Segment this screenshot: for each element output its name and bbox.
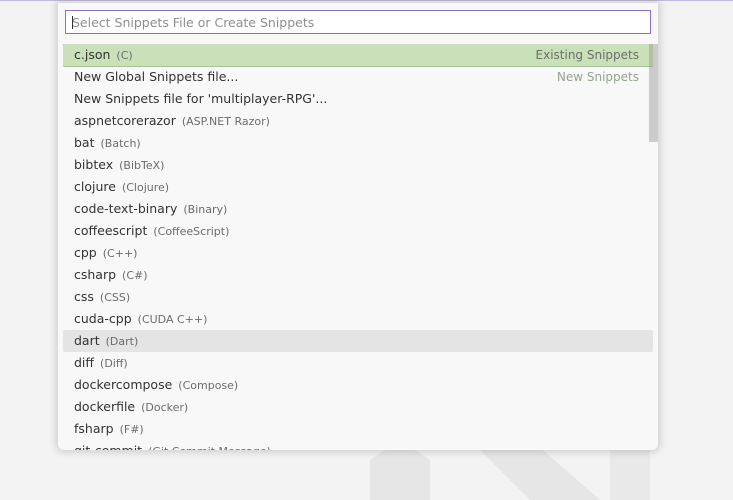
quick-pick-widget: c.json (C) Existing Snippets New Global Sni…	[58, 3, 658, 450]
list-item-label: New Global Snippets file...	[74, 69, 239, 84]
list-item-description: (CSS)	[99, 291, 131, 304]
list-item[interactable]: clojure (Clojure)	[63, 176, 653, 198]
list-item[interactable]: diff (Diff)	[63, 352, 653, 374]
list-item-label: css	[74, 289, 94, 304]
list-item[interactable]: aspnetcorerazor (ASP.NET Razor)	[63, 110, 653, 132]
list-item-label: dart	[74, 333, 100, 348]
list-item-label: csharp	[74, 267, 117, 282]
list-item-label: coffeescript	[74, 223, 148, 238]
snippet-filter-input[interactable]	[66, 11, 650, 33]
list-item[interactable]: coffeescript (CoffeeScript)	[63, 220, 653, 242]
list-item-label: c.json	[74, 47, 111, 62]
scrollbar-thumb[interactable]	[649, 44, 658, 142]
list-item[interactable]: New Global Snippets file... New Snippets	[63, 66, 653, 88]
list-item-label: diff	[74, 355, 95, 370]
list-item-description: (ASP.NET Razor)	[181, 115, 270, 128]
list-item-description: (CUDA C++)	[137, 313, 208, 326]
list-item-label: fsharp	[74, 421, 114, 436]
list-item[interactable]: code-text-binary (Binary)	[63, 198, 653, 220]
list-item-label: dockerfile	[74, 399, 136, 414]
list-item[interactable]: dockerfile (Docker)	[63, 396, 653, 418]
list-item-label: cpp	[74, 245, 97, 260]
list-item-label: aspnetcorerazor	[74, 113, 176, 128]
list-item[interactable]: dockercompose (Compose)	[63, 374, 653, 396]
list-item-description: (Batch)	[100, 137, 141, 150]
list-item-label: cuda-cpp	[74, 311, 132, 326]
list-item[interactable]: bibtex (BibTeX)	[63, 154, 653, 176]
list-item-description: (Dart)	[105, 335, 139, 348]
list-item-description: (Docker)	[141, 401, 189, 414]
list-item-label: git-commit	[74, 443, 142, 450]
list-item-label: dockercompose	[74, 377, 173, 392]
list-item[interactable]: csharp (C#)	[63, 264, 653, 286]
list-item-label: code-text-binary	[74, 201, 178, 216]
list-item[interactable]: New Snippets file for 'multiplayer-RPG'.…	[63, 88, 653, 110]
list-item-description: (Binary)	[183, 203, 228, 216]
list-item[interactable]: dart (Dart)	[63, 330, 653, 352]
list-item[interactable]: css (CSS)	[63, 286, 653, 308]
list-item-label: New Snippets file for 'multiplayer-RPG'.…	[74, 91, 328, 106]
list-item-description: (Diff)	[100, 357, 128, 370]
list-item-description: (BibTeX)	[119, 159, 165, 172]
list-item-description: (C++)	[102, 247, 138, 260]
list-scrollbar[interactable]	[649, 44, 658, 450]
list-item-label: clojure	[74, 179, 116, 194]
list-item[interactable]: cuda-cpp (CUDA C++)	[63, 308, 653, 330]
list-item-description: (Git Commit Message)	[148, 445, 271, 450]
list-item[interactable]: bat (Batch)	[63, 132, 653, 154]
list-item-description: (CoffeeScript)	[153, 225, 230, 238]
list-item-description: (Clojure)	[121, 181, 170, 194]
list-item-label: bat	[74, 135, 95, 150]
list-item-description: (Compose)	[178, 379, 239, 392]
title-accent-line	[0, 0, 733, 1]
list-item[interactable]: c.json (C) Existing Snippets	[63, 44, 653, 67]
list-item-description: (F#)	[119, 423, 144, 436]
list-item-detail: New Snippets	[556, 70, 639, 84]
list-item-label: bibtex	[74, 157, 114, 172]
list-item-detail: Existing Snippets	[535, 48, 639, 62]
text-caret	[72, 16, 73, 29]
list-item-description: (C#)	[122, 269, 148, 282]
list-item-description: (C)	[116, 49, 133, 62]
list-item[interactable]: fsharp (F#)	[63, 418, 653, 440]
list-item[interactable]: git-commit (Git Commit Message)	[63, 440, 653, 450]
snippet-file-list: c.json (C) Existing Snippets New Global Sni…	[63, 44, 653, 450]
list-item[interactable]: cpp (C++)	[63, 242, 653, 264]
quick-pick-input-box[interactable]	[65, 10, 651, 34]
